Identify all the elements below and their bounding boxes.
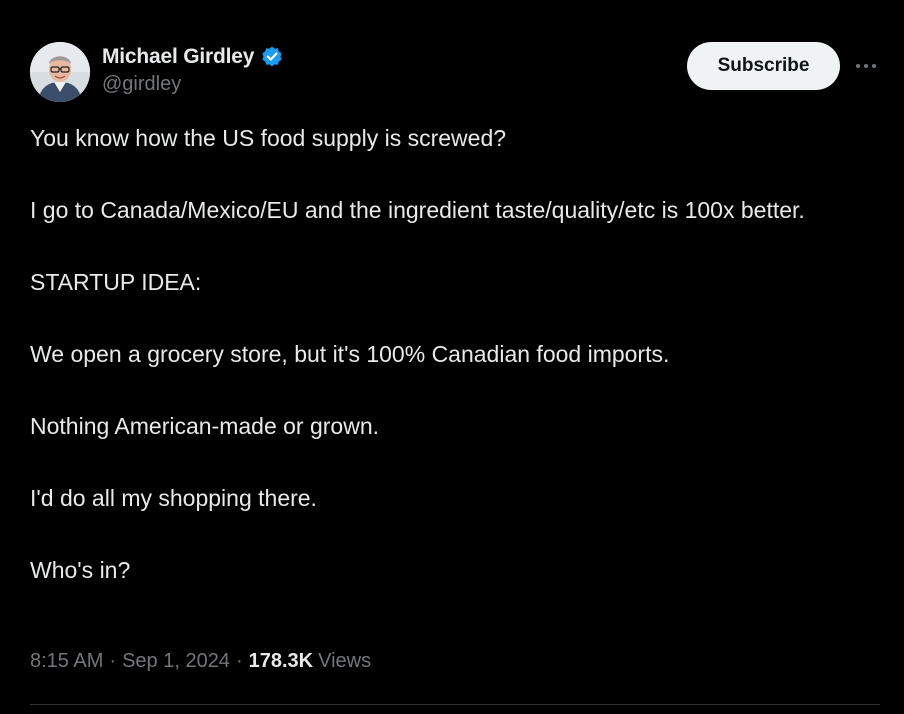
verified-badge-icon[interactable] [260, 45, 284, 69]
user-handle[interactable]: @girdley [102, 73, 284, 96]
views-count[interactable]: 178.3K [249, 650, 314, 673]
subscribe-button[interactable]: Subscribe [687, 42, 840, 90]
views-label: Views [318, 650, 372, 672]
tweet-paragraph: STARTUP IDEA: [30, 269, 202, 295]
tweet-card: Michael Girdley @girdley Subscribe You k… [0, 0, 904, 714]
display-name[interactable]: Michael Girdley [102, 45, 254, 69]
meta-separator: · [109, 650, 117, 672]
timestamp-time[interactable]: 8:15 AM [30, 650, 103, 673]
author-info: Michael Girdley @girdley [102, 43, 284, 96]
tweet-paragraph: You know how the US food supply is screw… [30, 125, 507, 151]
avatar[interactable] [30, 42, 90, 102]
more-options-icon[interactable] [850, 50, 882, 82]
tweet-text: You know how the US food supply is screw… [30, 120, 880, 588]
tweet-paragraph: I'd do all my shopping there. [30, 485, 317, 511]
divider [30, 704, 880, 705]
tweet-metadata: 8:15 AM · Sep 1, 2024 · 178.3K Views [30, 650, 371, 673]
timestamp-date[interactable]: Sep 1, 2024 [122, 650, 230, 673]
tweet-paragraph: I go to Canada/Mexico/EU and the ingredi… [30, 197, 805, 223]
tweet-paragraph: We open a grocery store, but it's 100% C… [30, 341, 670, 367]
tweet-paragraph: Who's in? [30, 557, 131, 583]
tweet-paragraph: Nothing American-made or grown. [30, 413, 379, 439]
profile-photo-icon [30, 42, 90, 102]
name-row: Michael Girdley [102, 43, 284, 71]
meta-separator: · [235, 650, 243, 672]
